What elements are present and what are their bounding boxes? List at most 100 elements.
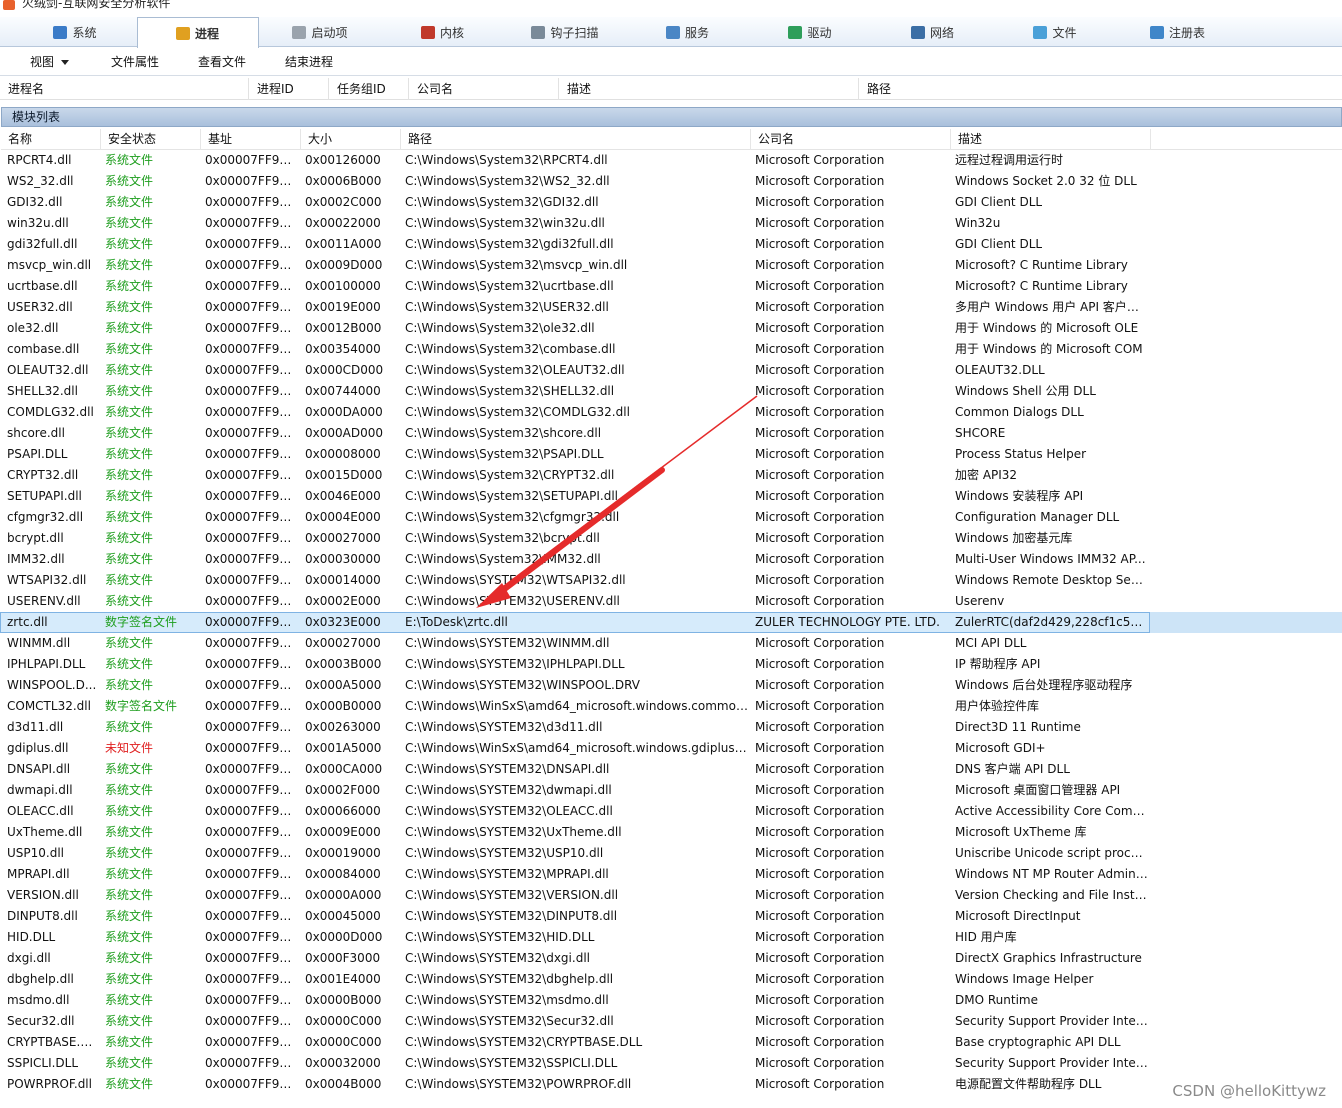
cell-name: USER32.dll [7, 300, 73, 314]
table-row[interactable]: WTSAPI32.dll 系统文件 0x00007FF98F... 0x0001400… [0, 570, 1342, 591]
module-col-size[interactable]: 大小 [301, 129, 401, 150]
table-row[interactable]: POWRPROF.dll 系统文件 0x00007FF992... 0x0004B00… [0, 1074, 1342, 1095]
process-col-company[interactable]: 公司名 [409, 78, 559, 100]
table-row[interactable]: IMM32.dll 系统文件 0x00007FF994... 0x00030000 C:… [0, 549, 1342, 570]
table-row[interactable]: zrtc.dll 数字签名文件 0x00007FF93C... 0x0323E000 E… [0, 612, 1342, 633]
cell-status: 系统文件 [105, 216, 154, 230]
table-row[interactable]: VERSION.dll 系统文件 0x00007FF992... 0x0000A000… [0, 885, 1342, 906]
tab-5[interactable]: 服务 [627, 17, 749, 47]
tab-9[interactable]: 注册表 [1117, 17, 1239, 47]
table-row[interactable]: SHELL32.dll 系统文件 0x00007FF993... 0x00744000… [0, 381, 1342, 402]
cell-description: Windows Shell 公用 DLL [955, 384, 1096, 398]
table-row[interactable]: CRYPT32.dll 系统文件 0x00007FF992... 0x0015D000… [0, 465, 1342, 486]
cell-company: Microsoft Corporation [755, 468, 885, 482]
cell-path: C:\Windows\SYSTEM32\USERENV.dll [405, 594, 620, 608]
tab-2[interactable]: 启动项 [259, 17, 381, 47]
view-menu-button[interactable]: 视图 [30, 53, 70, 71]
table-row[interactable]: msdmo.dll 系统文件 0x00007FF98E... 0x0000B000 C:… [0, 990, 1342, 1011]
table-row[interactable]: CRYPTBASE.DLL 系统文件 0x00007FF991... 0x0000C0… [0, 1032, 1342, 1053]
cell-size: 0x000AD000 [305, 426, 383, 440]
table-row[interactable]: WINMM.dll 系统文件 0x00007FF98A... 0x00027000 C:… [0, 633, 1342, 654]
cell-base: 0x00007FF994... [205, 447, 297, 461]
module-col-description[interactable]: 描述 [951, 129, 1151, 150]
service-icon [665, 25, 680, 39]
cell-description: Multi-User Windows IMM32 AP... [955, 552, 1146, 566]
table-row[interactable]: bcrypt.dll 系统文件 0x00007FF992... 0x00027000 C… [0, 528, 1342, 549]
file-properties-button[interactable]: 文件属性 [111, 53, 159, 71]
table-row[interactable]: dxgi.dll 系统文件 0x00007FF990... 0x000F3000 C:\… [0, 948, 1342, 969]
process-col-name[interactable]: 进程名 [0, 78, 249, 100]
table-row[interactable]: RPCRT4.dll 系统文件 0x00007FF994... 0x00126000 C… [0, 150, 1342, 171]
table-row[interactable]: OLEAUT32.dll 系统文件 0x00007FF993... 0x000CD00… [0, 360, 1342, 381]
module-col-security[interactable]: 安全状态 [101, 129, 201, 150]
cell-company: ZULER TECHNOLOGY PTE. LTD. [755, 615, 940, 629]
cell-company: Microsoft Corporation [755, 552, 885, 566]
table-row[interactable]: UxTheme.dll 系统文件 0x00007FF990... 0x0009E000… [0, 822, 1342, 843]
table-row[interactable]: WINSPOOL.D... 系统文件 0x00007FF97C... 0x000A50… [0, 675, 1342, 696]
cell-name: DNSAPI.dll [7, 762, 71, 776]
process-col-task-group[interactable]: 任务组ID [329, 78, 409, 100]
table-row[interactable]: ole32.dll 系统文件 0x00007FF993... 0x0012B000 C:… [0, 318, 1342, 339]
table-row[interactable]: gdiplus.dll 未知文件 0x00007FF97A... 0x001A5000… [0, 738, 1342, 759]
cell-status: 系统文件 [105, 951, 154, 965]
tab-0[interactable]: 系统 [14, 17, 136, 47]
table-row[interactable]: DNSAPI.dll 系统文件 0x00007FF991... 0x000CA000 C… [0, 759, 1342, 780]
table-row[interactable]: dwmapi.dll 系统文件 0x00007FF990... 0x0002F000 C… [0, 780, 1342, 801]
table-row[interactable]: COMCTL32.dll 数字签名文件 0x00007FF962... 0x000B0… [0, 696, 1342, 717]
table-row[interactable]: gdi32full.dll 系统文件 0x00007FF992... 0x0011A0… [0, 234, 1342, 255]
cell-status: 数字签名文件 [105, 615, 178, 629]
table-row[interactable]: dbghelp.dll 系统文件 0x00007FF982... 0x001E4000… [0, 969, 1342, 990]
table-row[interactable]: d3d11.dll 系统文件 0x00007FF98E... 0x00263000 C:… [0, 717, 1342, 738]
tab-8[interactable]: 文件 [994, 17, 1116, 47]
tab-6[interactable]: 驱动 [749, 17, 871, 47]
cell-status: 系统文件 [105, 636, 154, 650]
table-row[interactable]: msvcp_win.dll 系统文件 0x00007FF992... 0x0009D0… [0, 255, 1342, 276]
end-process-button[interactable]: 结束进程 [285, 53, 333, 71]
view-file-button[interactable]: 查看文件 [198, 53, 246, 71]
module-col-base[interactable]: 基址 [201, 129, 301, 150]
table-row[interactable]: GDI32.dll 系统文件 0x00007FF993... 0x0002C000 C:… [0, 192, 1342, 213]
cell-description: GDI Client DLL [955, 237, 1043, 251]
process-col-path[interactable]: 路径 [859, 78, 1342, 100]
table-row[interactable]: IPHLPAPI.DLL 系统文件 0x00007FF991... 0x0003B00… [0, 654, 1342, 675]
table-row[interactable]: ucrtbase.dll 系统文件 0x00007FF992... 0x0010000… [0, 276, 1342, 297]
module-list-body: RPCRT4.dll 系统文件 0x00007FF994... 0x00126000 C… [0, 150, 1342, 1108]
table-row[interactable]: SETUPAPI.dll 系统文件 0x00007FF994... 0x0046E00… [0, 486, 1342, 507]
process-col-description[interactable]: 描述 [559, 78, 859, 100]
tab-3[interactable]: 内核 [382, 17, 504, 47]
table-row[interactable]: Secur32.dll 系统文件 0x00007FF984... 0x0000C000… [0, 1011, 1342, 1032]
cell-size: 0x00066000 [305, 804, 381, 818]
table-row[interactable]: combase.dll 系统文件 0x00007FF993... 0x00354000… [0, 339, 1342, 360]
table-row[interactable]: SSPICLI.DLL 系统文件 0x00007FF992... 0x00032000… [0, 1053, 1342, 1074]
cell-base: 0x00007FF993... [205, 363, 297, 377]
module-col-company[interactable]: 公司名 [751, 129, 951, 150]
cell-description: OLEAUT32.DLL [955, 363, 1045, 377]
table-row[interactable]: WS2_32.dll 系统文件 0x00007FF994... 0x0006B000 C… [0, 171, 1342, 192]
table-row[interactable]: win32u.dll 系统文件 0x00007FF993... 0x00022000 C… [0, 213, 1342, 234]
tab-4[interactable]: 钩子扫描 [504, 17, 626, 47]
cell-name: combase.dll [7, 342, 80, 356]
table-row[interactable]: cfgmgr32.dll 系统文件 0x00007FF992... 0x0004E00… [0, 507, 1342, 528]
module-col-name[interactable]: 名称 [1, 129, 101, 150]
table-row[interactable]: shcore.dll 系统文件 0x00007FF993... 0x000AD000 C… [0, 423, 1342, 444]
table-row[interactable]: COMDLG32.dll 系统文件 0x00007FF994... 0x000DA00… [0, 402, 1342, 423]
module-col-path[interactable]: 路径 [401, 129, 751, 150]
process-col-pid[interactable]: 进程ID [249, 78, 329, 100]
cell-status: 系统文件 [105, 300, 154, 314]
table-row[interactable]: DINPUT8.dll 系统文件 0x00007FF976... 0x00045000… [0, 906, 1342, 927]
cell-company: Microsoft Corporation [755, 426, 885, 440]
tab-7[interactable]: 网络 [872, 17, 994, 47]
monitor-icon [53, 25, 68, 39]
table-row[interactable]: HID.DLL 系统文件 0x00007FF990... 0x0000D000 C:\W… [0, 927, 1342, 948]
cell-base: 0x00007FF991... [205, 1035, 297, 1049]
table-row[interactable]: OLEACC.dll 系统文件 0x00007FF97B... 0x00066000 C… [0, 801, 1342, 822]
table-row[interactable]: MPRAPI.dll 系统文件 0x00007FF944... 0x00084000 C… [0, 864, 1342, 885]
tab-1[interactable]: 进程 [136, 17, 259, 48]
table-row[interactable]: USP10.dll 系统文件 0x00007FF97D... 0x00019000 C:… [0, 843, 1342, 864]
table-row[interactable]: PSAPI.DLL 系统文件 0x00007FF994... 0x00008000 C:… [0, 444, 1342, 465]
table-row[interactable]: USER32.dll 系统文件 0x00007FF994... 0x0019E000 C… [0, 297, 1342, 318]
cell-path: C:\Windows\SYSTEM32\IPHLPAPI.DLL [405, 657, 625, 671]
cell-status: 系统文件 [105, 195, 154, 209]
tab-label: 系统 [72, 25, 97, 40]
table-row[interactable]: USERENV.dll 系统文件 0x00007FF992... 0x0002E000… [0, 591, 1342, 612]
